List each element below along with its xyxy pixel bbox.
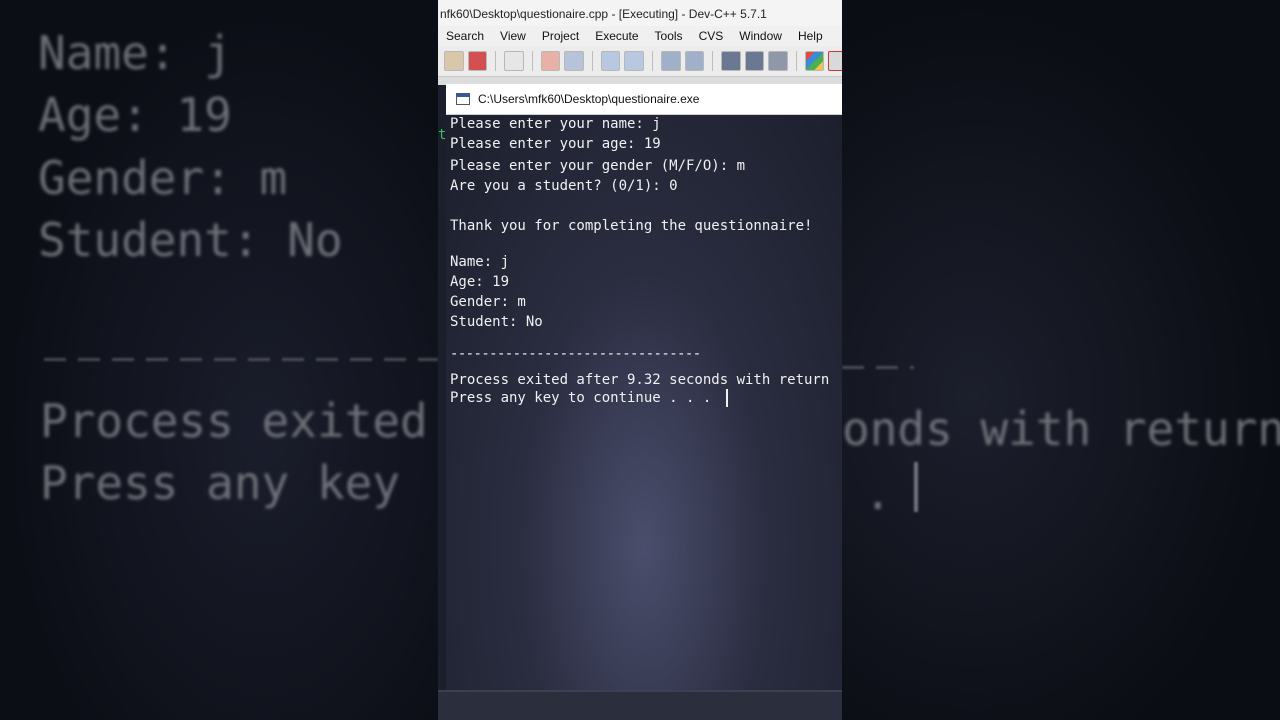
bg-dash-line-right: [842, 366, 914, 369]
unindent-icon[interactable]: [684, 51, 705, 71]
undo-icon[interactable]: [540, 51, 561, 71]
goto-back-icon[interactable]: [721, 51, 741, 71]
ide-menu-bar: Search View Project Execute Tools CVS Wi…: [438, 26, 842, 46]
find-icon[interactable]: [600, 51, 621, 71]
bg-dot-text: .: [864, 466, 892, 520]
menu-tools[interactable]: Tools: [647, 29, 691, 43]
console-line: Please enter your name: j: [450, 116, 661, 132]
bg-press-text: Press any key: [40, 456, 401, 510]
bg-dash-line: [44, 358, 438, 361]
bg-process-text: Process exited: [40, 394, 428, 448]
bg-student-text: Student: No: [38, 213, 343, 267]
indent-icon[interactable]: [660, 51, 681, 71]
ide-title-bar: nfk60\Desktop\questionaire.cpp - [Execut…: [438, 0, 842, 26]
toolbar-separator: [591, 51, 593, 71]
bg-gender-text: Gender: m: [38, 151, 288, 205]
toolbar-separator: [495, 51, 497, 71]
console-line: Thank you for completing the questionnai…: [450, 218, 813, 234]
toolbar-separator: [795, 51, 797, 71]
bookmark-icon[interactable]: [768, 51, 788, 71]
console-title-bar: C:\Users\mfk60\Desktop\questionaire.exe: [446, 84, 842, 115]
menu-execute[interactable]: Execute: [587, 29, 646, 43]
menu-project[interactable]: Project: [534, 29, 587, 43]
console-line: Are you a student? (0/1): 0: [450, 178, 678, 194]
console-title: C:\Users\mfk60\Desktop\questionaire.exe: [478, 92, 700, 106]
toolbar-separator: [712, 51, 714, 71]
bg-return-text: onds with return: [842, 402, 1280, 456]
console-line: Gender: m: [450, 294, 526, 310]
screen-photo: nfk60\Desktop\questionaire.cpp - [Execut…: [438, 0, 842, 720]
bg-name-text: Name: j: [38, 26, 232, 80]
ide-toolbar: [438, 46, 842, 77]
console-output[interactable]: Please enter your name: j Please enter y…: [446, 115, 842, 690]
new-project-icon[interactable]: [804, 51, 825, 71]
console-window-icon: [456, 93, 470, 105]
screen-bottom-edge: [438, 690, 842, 720]
menu-view[interactable]: View: [492, 29, 534, 43]
console-line: Process exited after 9.32 seconds with r…: [450, 372, 830, 388]
toolbar-separator: [531, 51, 533, 71]
background-right-panel: onds with return .: [842, 0, 1280, 720]
toolbar-separator: [652, 51, 653, 71]
bg-cursor: [914, 462, 918, 512]
console-line: Student: No: [450, 314, 543, 330]
menu-cvs[interactable]: CVS: [691, 29, 732, 43]
menu-search[interactable]: Search: [438, 29, 492, 43]
menu-help[interactable]: Help: [790, 29, 831, 43]
console-line: Please enter your gender (M/F/O): m: [450, 158, 746, 174]
goto-forward-icon[interactable]: [744, 51, 765, 71]
menu-window[interactable]: Window: [731, 29, 790, 43]
bg-age-text: Age: 19: [38, 88, 232, 142]
console-line: Please enter your age: 19: [450, 136, 661, 152]
text-cursor: [726, 389, 728, 407]
console-line: Age: 19: [450, 274, 510, 290]
print-icon[interactable]: [504, 51, 524, 71]
background-left-panel: Name: j Age: 19 Gender: m Student: No Pr…: [0, 0, 438, 720]
replace-icon[interactable]: [624, 51, 644, 71]
console-line: Name: j: [450, 254, 510, 270]
close-file-icon[interactable]: [467, 51, 488, 71]
window-icon[interactable]: [828, 51, 842, 71]
separator-line: --------------------------------: [450, 346, 701, 362]
console-line: Press any key to continue . . .: [450, 390, 712, 406]
redo-icon[interactable]: [564, 51, 584, 71]
save-all-icon[interactable]: [444, 51, 464, 71]
